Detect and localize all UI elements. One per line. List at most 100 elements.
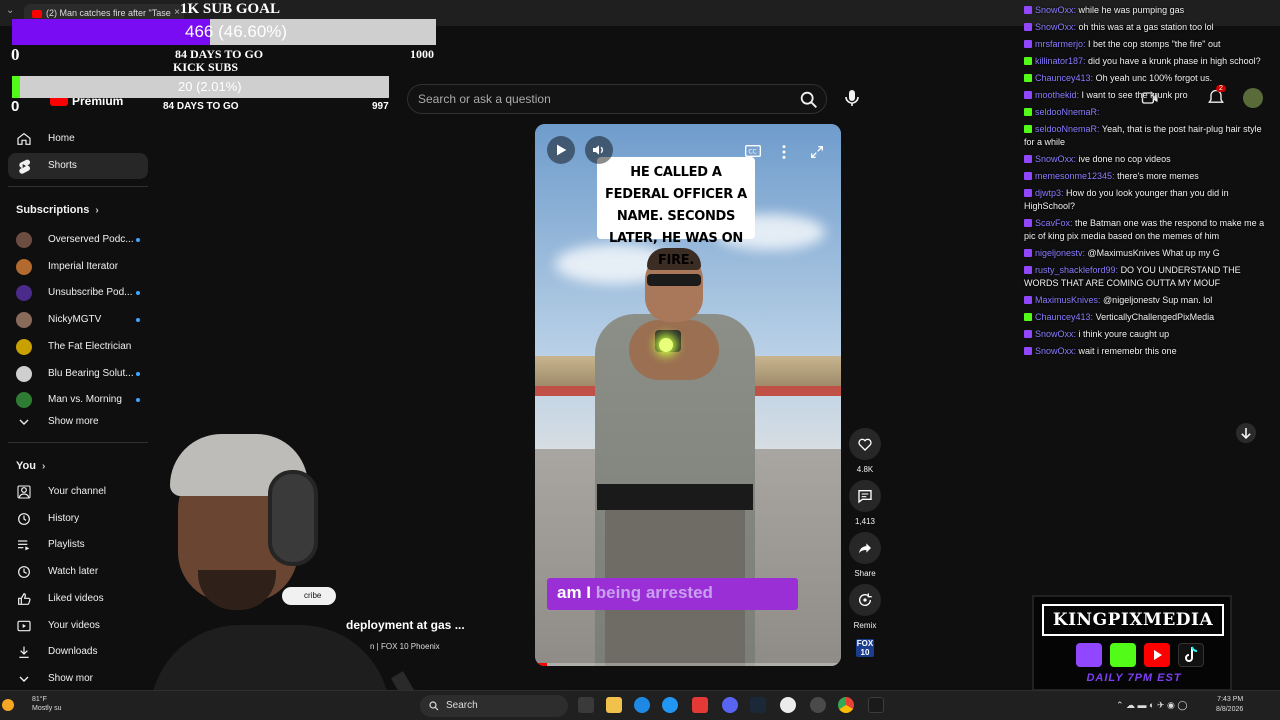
fullscreen-icon[interactable] — [809, 144, 825, 160]
youtube-favicon-icon — [32, 10, 42, 18]
tab-list-chevron-icon[interactable]: ⌄ — [6, 5, 14, 16]
comment-action[interactable]: 1,413 — [849, 480, 881, 526]
chevron-right-icon: › — [41, 461, 46, 472]
chat-username[interactable]: MaximusKnives — [1035, 295, 1098, 305]
volume-button[interactable] — [585, 136, 613, 164]
chat-username[interactable]: memesonme12345 — [1035, 171, 1112, 181]
show-more-button-2[interactable]: Show mor — [8, 666, 148, 692]
play-button[interactable] — [547, 136, 575, 164]
new-content-dot — [136, 318, 140, 323]
edge-icon[interactable] — [634, 697, 650, 713]
sidebar-subscription-item[interactable]: The Fat Electrician — [8, 335, 148, 359]
obs-icon[interactable] — [780, 697, 796, 713]
short-video-player[interactable]: HE CALLED A FEDERAL OFFICER A NAME. SECO… — [535, 124, 841, 666]
kick-badge-icon — [1024, 125, 1032, 133]
sidebar-item-playlists[interactable]: Playlists — [8, 532, 148, 558]
sidebar-subscription-item[interactable]: Blu Bearing Solut... — [8, 362, 148, 386]
chat-text: there's more memes — [1117, 171, 1199, 181]
more-options-icon[interactable] — [780, 144, 788, 160]
youtube-app-icon[interactable] — [692, 697, 708, 713]
chat-username[interactable]: ScavFox — [1035, 218, 1070, 228]
sidebar-item-liked-videos[interactable]: Liked videos — [8, 586, 148, 612]
sidebar-item-shorts[interactable]: Shorts — [8, 153, 148, 179]
brand-name: KINGPIXMEDIA — [1042, 604, 1224, 636]
video-progress-bar[interactable] — [535, 663, 841, 666]
chat-message: seldooNnemaR: — [1020, 104, 1278, 121]
chat-message: SnowOxx: wait i rememebr this one — [1020, 343, 1278, 360]
sidebar-item-downloads[interactable]: Downloads — [8, 639, 148, 665]
channel-avatar — [16, 338, 32, 355]
subscriptions-heading[interactable]: Subscriptions › — [16, 204, 99, 216]
like-button[interactable] — [849, 428, 881, 460]
scroll-down-button[interactable] — [1236, 423, 1256, 443]
chat-username[interactable]: SnowOxx — [1035, 22, 1074, 32]
sidebar-item-history[interactable]: History — [8, 506, 148, 532]
app-icon-2[interactable] — [810, 697, 826, 713]
app-icon[interactable] — [662, 697, 678, 713]
chat-username[interactable]: seldooNnemaR — [1035, 107, 1097, 117]
you-heading[interactable]: You › — [16, 460, 45, 472]
sidebar-item-your-videos[interactable]: Your videos — [8, 613, 148, 639]
chat-username[interactable]: rusty_shackleford99 — [1035, 265, 1116, 275]
sidebar-subscription-item[interactable]: NickyMGTV — [8, 308, 148, 332]
chat-username[interactable]: Chauncey413 — [1035, 73, 1091, 83]
chat-username[interactable]: seldooNnemaR — [1035, 124, 1097, 134]
share-action[interactable]: Share — [849, 532, 881, 578]
chat-username[interactable]: killinator187 — [1035, 56, 1083, 66]
sidebar-item-home[interactable]: Home — [8, 126, 148, 152]
steam-icon[interactable] — [750, 697, 766, 713]
goal-title: 1K SUB GOAL — [180, 1, 281, 17]
show-more-button[interactable]: Show more — [8, 409, 148, 435]
chat-username[interactable]: SnowOxx — [1035, 5, 1074, 15]
channel-avatar — [16, 365, 32, 382]
chat-username[interactable]: nigeljonestv — [1035, 248, 1083, 258]
video-caption: HE CALLED A FEDERAL OFFICER A NAME. SECO… — [605, 165, 747, 268]
twitch-icon — [1076, 643, 1102, 667]
taskbar-search[interactable]: Search — [420, 695, 568, 717]
twitch-badge-icon — [1024, 266, 1032, 274]
terminal-icon[interactable] — [868, 697, 884, 713]
weather-widget[interactable]: 81°F Mostly su — [2, 695, 62, 713]
like-action[interactable]: 4.8K — [849, 428, 881, 474]
sidebar-divider — [8, 442, 148, 443]
sidebar-item-your-channel[interactable]: Your channel — [8, 479, 148, 505]
share-button[interactable] — [849, 532, 881, 564]
microphone-icon[interactable] — [840, 86, 864, 110]
sidebar-subscription-item[interactable]: Unsubscribe Pod... — [8, 281, 148, 305]
chat-username[interactable]: SnowOxx — [1035, 346, 1074, 356]
video-subtitle-text: am I being arrested — [557, 583, 713, 603]
task-view-icon[interactable] — [578, 697, 594, 713]
chat-username[interactable]: SnowOxx — [1035, 154, 1074, 164]
remix-button[interactable] — [849, 584, 881, 616]
file-explorer-icon[interactable] — [606, 697, 622, 713]
playlist-icon — [18, 540, 30, 551]
clock-time: 7:43 PM — [1217, 696, 1244, 703]
kick-progress-label: 20 (2.01%) — [178, 79, 242, 94]
system-tray[interactable]: ⌃ ☁ ▬ ◐ ✈ ◉ ◯ — [1116, 700, 1187, 711]
social-icons — [1076, 643, 1206, 669]
sidebar-item-watch-later[interactable]: Watch later — [8, 559, 148, 585]
remix-action[interactable]: Remix — [849, 584, 881, 630]
chat-username[interactable]: Chauncey413 — [1035, 312, 1091, 322]
sidebar-subscription-item[interactable]: Imperial Iterator — [8, 255, 148, 279]
discord-icon[interactable] — [722, 697, 738, 713]
chat-message: rusty_shackleford99: DO YOU UNDERSTAND T… — [1024, 265, 1241, 288]
chat-message: memesonme12345: there's more memes — [1020, 168, 1278, 185]
chat-username[interactable]: mrsfarmerjo — [1035, 39, 1083, 49]
chat-username[interactable]: SnowOxx — [1035, 329, 1074, 339]
svg-text:CC: CC — [748, 149, 756, 156]
chat-text: @MaximusKnives What up my G — [1087, 248, 1220, 258]
search-icon[interactable] — [798, 89, 820, 111]
chat-username[interactable]: djwtp3 — [1035, 188, 1061, 198]
taskbar-clock[interactable]: 7:43 PM 8/8/2026 — [1216, 695, 1243, 715]
captions-icon[interactable]: CC — [745, 144, 761, 158]
sidebar-subscription-item[interactable]: Overserved Podc... — [8, 228, 148, 252]
chat-username[interactable]: moothekid — [1035, 90, 1077, 100]
chrome-icon[interactable] — [838, 697, 854, 713]
sidebar-item-label: Playlists — [48, 539, 85, 551]
search-input[interactable] — [418, 92, 788, 106]
comments-button[interactable] — [849, 480, 881, 512]
chat-message: Chauncey413: VerticallyChallengedPixMedi… — [1020, 309, 1278, 326]
new-content-dot — [136, 398, 140, 403]
fox10-channel-logo[interactable]: FOX 10 — [856, 639, 874, 657]
